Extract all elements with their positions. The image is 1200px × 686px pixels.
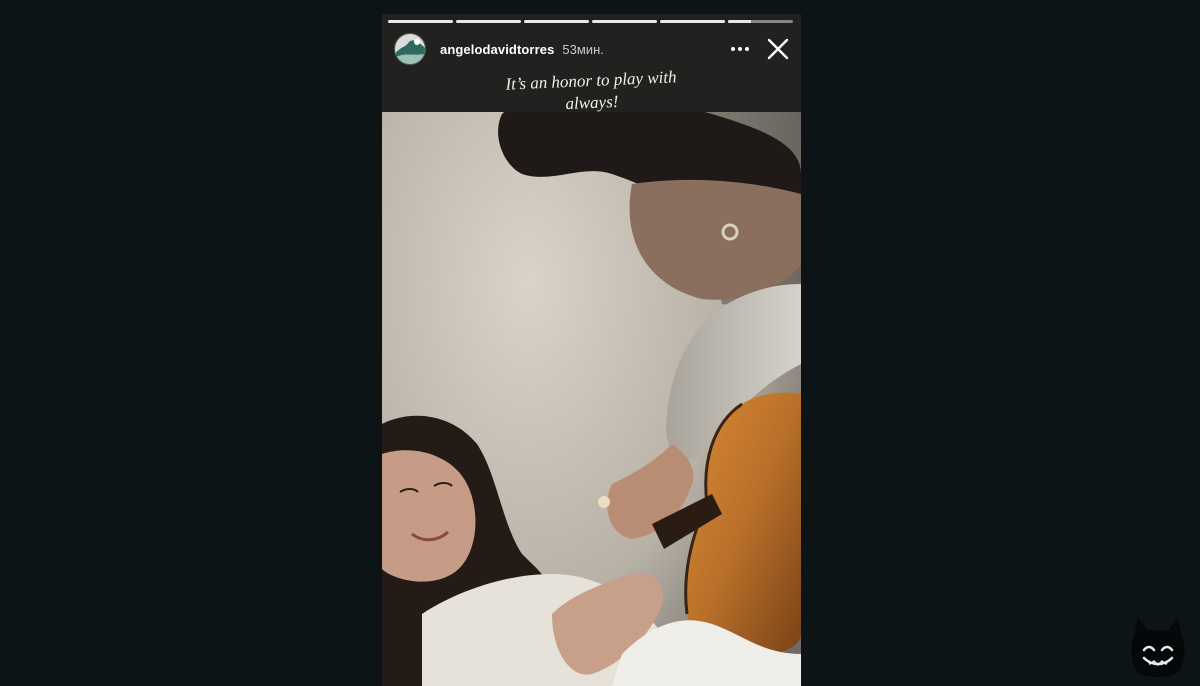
progress-bar bbox=[388, 20, 793, 23]
progress-segment bbox=[388, 20, 453, 23]
story-header: angelodavidtorres 53мин. bbox=[394, 32, 793, 66]
progress-segment-fill bbox=[660, 20, 725, 23]
cat-logo-watermark bbox=[1128, 612, 1188, 678]
progress-segment bbox=[660, 20, 725, 23]
timestamp: 53мин. bbox=[562, 41, 604, 57]
more-dots-icon[interactable] bbox=[725, 34, 755, 64]
progress-segment bbox=[456, 20, 521, 23]
progress-segment bbox=[728, 20, 793, 23]
progress-segment bbox=[524, 20, 589, 23]
progress-segment-fill bbox=[388, 20, 453, 23]
avatar-image bbox=[395, 34, 425, 64]
progress-segment-fill bbox=[524, 20, 589, 23]
page: angelodavidtorres 53мин. It’s an honor t… bbox=[0, 0, 1200, 686]
progress-segment-fill bbox=[728, 20, 751, 23]
progress-segment bbox=[592, 20, 657, 23]
progress-segment-fill bbox=[456, 20, 521, 23]
username[interactable]: angelodavidtorres bbox=[440, 42, 554, 57]
story-viewer[interactable]: angelodavidtorres 53мин. It’s an honor t… bbox=[382, 14, 801, 686]
avatar[interactable] bbox=[394, 33, 426, 65]
progress-segment-fill bbox=[592, 20, 657, 23]
close-icon[interactable] bbox=[763, 34, 793, 64]
